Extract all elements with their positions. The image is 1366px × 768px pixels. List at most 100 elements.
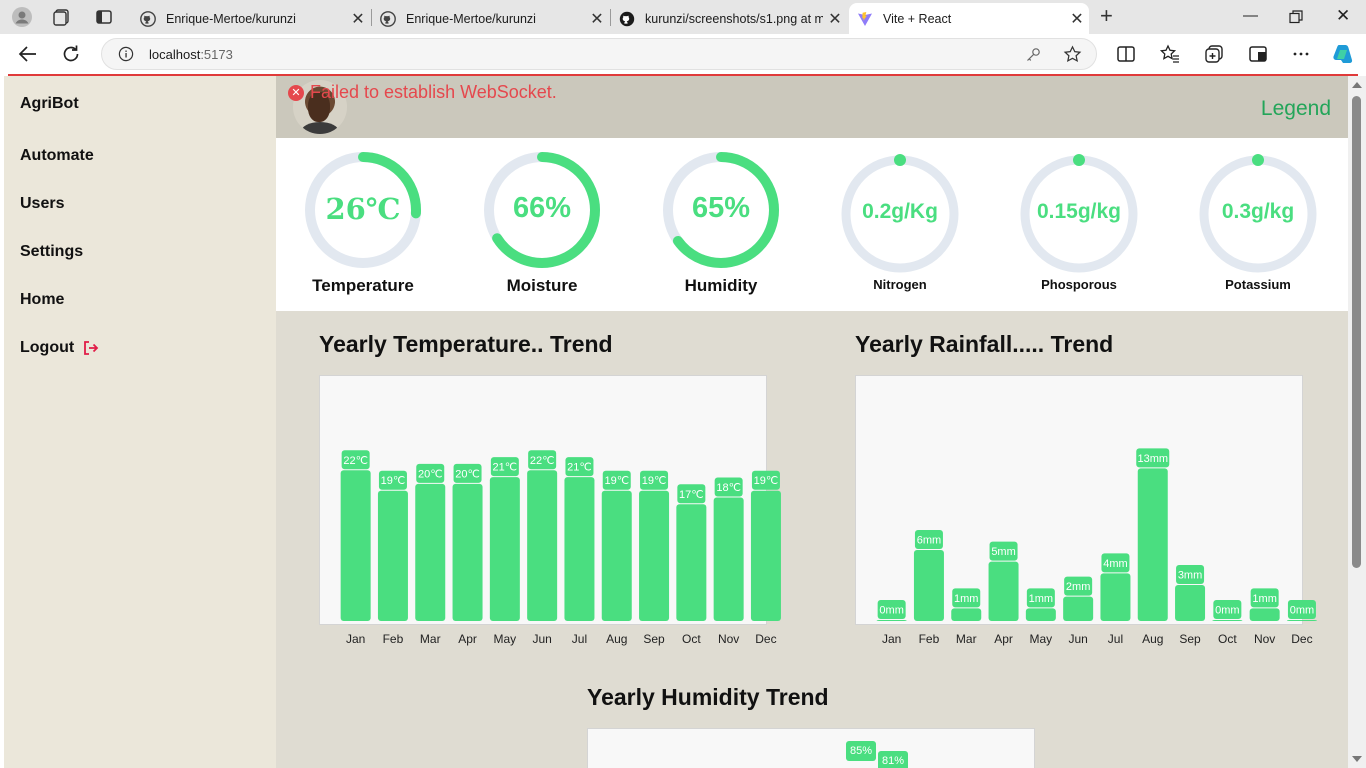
sidebar-item-logout[interactable]: Logout	[20, 339, 99, 357]
key-icon[interactable]	[1025, 47, 1041, 63]
copilot-icon[interactable]	[1332, 43, 1354, 65]
bar-label: 1mm	[1252, 593, 1276, 605]
x-tick-label: Oct	[1218, 632, 1237, 646]
scroll-down-arrow-icon[interactable]	[1352, 756, 1362, 762]
bar-label: 21℃	[493, 462, 518, 474]
close-tab-icon[interactable]: ✕	[1065, 9, 1089, 29]
bar-label: 0mm	[1290, 605, 1314, 617]
browser-tab-2[interactable]: Enrique-Mertoe/kurunzi ✕	[372, 3, 609, 34]
profile-icon[interactable]	[12, 7, 32, 27]
sidebar-item-home[interactable]: Home	[20, 291, 64, 309]
browser-tab-1[interactable]: Enrique-Mertoe/kurunzi ✕	[132, 3, 370, 34]
favorites-icon[interactable]	[1159, 43, 1181, 65]
bar	[676, 504, 707, 621]
bar-label: 6mm	[917, 535, 941, 547]
scrollbar-thumb[interactable]	[1352, 96, 1361, 568]
bar-label: 5mm	[991, 546, 1015, 558]
bar-label: 18℃	[716, 482, 741, 494]
favorite-star-icon[interactable]	[1063, 45, 1082, 64]
close-window-icon[interactable]: ✕	[1336, 6, 1350, 26]
url-host: localhost	[149, 47, 201, 62]
sensor-gauges: 26℃ Temperature 66% Moisture 65% Humidit…	[276, 138, 1348, 311]
rainfall-bar-chart: 0mm Jan 6mm Feb 1mm Mar 5mm Apr 1mm May 2mm Jun 4mm J…	[876, 448, 1317, 646]
back-icon[interactable]	[17, 43, 39, 65]
close-tab-icon[interactable]: ✕	[346, 9, 370, 29]
url-bar[interactable]: localhost:5173	[101, 38, 1097, 70]
gauge-moisture: 66% Moisture	[482, 150, 602, 295]
bar-label: 13mm	[1137, 453, 1168, 465]
close-tab-icon[interactable]: ✕	[585, 9, 609, 29]
bar	[713, 497, 744, 621]
browser-tab-active[interactable]: Vite + React ✕	[849, 3, 1089, 34]
page-scrollbar[interactable]	[1348, 76, 1366, 768]
chart-title-rainfall: Yearly Rainfall..... Trend	[855, 331, 1114, 357]
x-tick-label: Aug	[606, 632, 627, 646]
more-options-icon[interactable]	[1290, 43, 1312, 65]
sidebar-item-settings[interactable]: Settings	[20, 243, 83, 261]
split-screen-icon[interactable]	[1115, 43, 1137, 65]
legend-link[interactable]: Legend	[1261, 97, 1331, 121]
x-tick-label: Jul	[1108, 632, 1123, 646]
logout-icon	[83, 340, 98, 355]
bar-label: 81%	[878, 751, 908, 768]
gauge-phosporous: 0.15g/kg Phosporous	[1019, 154, 1139, 292]
bar-label: 4mm	[1103, 558, 1127, 570]
x-tick-label: Aug	[1142, 632, 1163, 646]
new-tab-icon[interactable]: +	[1100, 5, 1113, 27]
chart-title-humidity: Yearly Humidity Trend	[587, 684, 829, 710]
gauge-value: 0.15g/kg	[1036, 200, 1122, 223]
gauge-temperature: 26℃ Temperature	[303, 150, 423, 295]
bar-label: 1mm	[1029, 593, 1053, 605]
x-tick-label: Dec	[755, 632, 776, 646]
sidebar-item-automate[interactable]: Automate	[20, 147, 94, 165]
error-icon: ✕	[288, 84, 304, 101]
minimize-icon[interactable]: —	[1243, 7, 1258, 24]
bar	[1137, 468, 1168, 621]
browser-tab-3[interactable]: kurunzi/screenshots/s1.png at ma ✕	[611, 3, 847, 34]
x-tick-label: Jun	[1068, 632, 1087, 646]
app-root: AgriBot Automate Users Settings Home Log…	[4, 76, 1348, 768]
x-tick-label: Feb	[383, 632, 404, 646]
bar-label: 21℃	[567, 462, 592, 474]
vite-icon	[858, 11, 872, 26]
bar-label: 19℃	[604, 475, 629, 487]
refresh-icon[interactable]	[60, 43, 82, 65]
websocket-error: ✕ Failed to establish WebSocket.	[288, 82, 557, 103]
x-tick-label: May	[494, 632, 517, 646]
gauge-dot	[1252, 154, 1264, 166]
chart-box-humidity: 85% 81%	[587, 728, 1035, 768]
x-tick-label: Jun	[532, 632, 551, 646]
bar-label: 19℃	[754, 475, 779, 487]
tab-actions-icon[interactable]	[94, 7, 114, 27]
gauge-value: 26℃	[325, 192, 401, 226]
bar-label: 19℃	[381, 475, 406, 487]
gauge-label: Phosporous	[1041, 277, 1117, 292]
close-tab-icon[interactable]: ✕	[823, 9, 847, 29]
bar-label: 20℃	[418, 468, 443, 480]
collections-icon[interactable]	[1203, 43, 1225, 65]
github-icon	[619, 11, 635, 26]
bar	[489, 477, 520, 621]
bar-label: 1mm	[954, 593, 978, 605]
sidebar-item-users[interactable]: Users	[20, 195, 64, 213]
bar-label: 19℃	[642, 475, 667, 487]
gauge-label: Moisture	[506, 276, 578, 295]
info-icon[interactable]	[118, 46, 134, 62]
gauge-value: 0.2g/Kg	[862, 200, 938, 223]
restore-icon[interactable]	[1288, 9, 1304, 25]
tab-title: kurunzi/screenshots/s1.png at ma	[645, 11, 823, 26]
bar	[1175, 585, 1206, 621]
bar-label: 0mm	[879, 605, 903, 617]
workspaces-icon[interactable]	[52, 7, 72, 27]
bar	[377, 490, 408, 621]
bar	[340, 470, 371, 621]
websocket-error-message: Failed to establish WebSocket.	[310, 82, 557, 102]
tab-title: Enrique-Mertoe/kurunzi	[406, 11, 536, 26]
browser-essentials-icon[interactable]	[1247, 43, 1269, 65]
x-tick-label: Sep	[643, 632, 665, 646]
scroll-up-arrow-icon[interactable]	[1352, 82, 1362, 88]
bar	[415, 483, 446, 621]
bar	[951, 608, 982, 621]
temperature-bar-chart: 22℃ Jan 19℃ Feb 20℃ Mar 20℃ Apr 21℃ May 22℃ Jun 21℃ J…	[340, 450, 781, 646]
x-tick-label: Jan	[346, 632, 365, 646]
